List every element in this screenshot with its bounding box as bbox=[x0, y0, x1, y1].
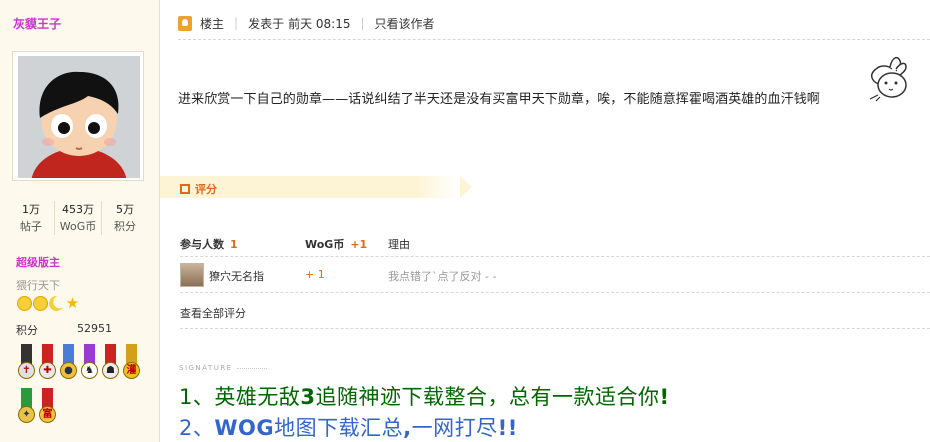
medal-icon[interactable]: 富 bbox=[38, 388, 57, 430]
rating-points: + 1 bbox=[305, 268, 325, 281]
divider bbox=[180, 292, 930, 293]
stat-posts[interactable]: 1万 帖子 bbox=[8, 201, 55, 235]
stat-label: WoG币 bbox=[59, 220, 97, 233]
participants-header: 参与人数 1 bbox=[180, 236, 238, 252]
medal-icon[interactable]: ✦ bbox=[17, 388, 36, 430]
stat-value: 5万 bbox=[116, 203, 134, 216]
user-title: 猥行天下 bbox=[16, 279, 60, 292]
stat-wog-coins[interactable]: 453万 WoG币 bbox=[55, 201, 102, 235]
medal-icon[interactable]: ☗ bbox=[101, 344, 120, 386]
participants-label: 参与人数 bbox=[180, 238, 224, 251]
rabbit-emoticon-icon bbox=[862, 55, 912, 106]
medal-icon[interactable]: ♞ bbox=[80, 344, 99, 386]
stat-label: 积分 bbox=[114, 220, 136, 233]
medal-icon[interactable]: ✚ bbox=[38, 344, 57, 386]
table-row: 獠穴无名指 + 1 我点错了`点了反对 - - bbox=[180, 258, 930, 292]
avatar[interactable] bbox=[12, 51, 144, 181]
participants-count: 1 bbox=[230, 238, 238, 251]
stat-points[interactable]: 5万 积分 bbox=[102, 201, 148, 235]
sig1-part: 追随神迹下载整合，总有一款适合你 bbox=[315, 385, 660, 409]
medal-icon[interactable]: ● bbox=[59, 344, 78, 386]
rating-box-icon bbox=[180, 184, 190, 194]
author-name-link[interactable]: 灰貘王子 bbox=[13, 15, 61, 32]
header-tail bbox=[460, 176, 472, 198]
score-value: 52951 bbox=[77, 322, 112, 335]
author-sidebar: 灰貘王子 1万 帖子 453万 WoG币 5万 积分 超级版主 猥行天下 ★ 积… bbox=[0, 0, 160, 442]
author-stats: 1万 帖子 453万 WoG币 5万 积分 bbox=[8, 201, 148, 235]
rating-section-header: 评分 bbox=[160, 176, 472, 198]
thread-owner-icon bbox=[178, 15, 192, 31]
medal-icon[interactable]: 灌 bbox=[122, 344, 141, 386]
rating-table: 参与人数 1 WoG币 +1 理由 獠穴无名指 + 1 我点错了`点了反对 - - bbox=[180, 230, 930, 293]
currency-header: WoG币 +1 bbox=[305, 236, 367, 252]
divider: | bbox=[234, 16, 239, 30]
sun-icon bbox=[17, 296, 32, 311]
signature-label: SIGNATURE bbox=[179, 364, 267, 372]
view-all-ratings-link[interactable]: 查看全部评分 bbox=[180, 305, 246, 321]
sig2-part: WOG bbox=[214, 416, 275, 440]
divider bbox=[178, 39, 930, 40]
score-label: 积分 bbox=[16, 324, 38, 337]
stat-label: 帖子 bbox=[20, 220, 42, 233]
sig2-part: 一网打尽 bbox=[411, 416, 498, 440]
stat-value: 453万 bbox=[62, 203, 94, 216]
post-content: 进来欣赏一下自己的勋章——话说纠结了半天还是没有买富甲天下勋章，唉，不能随意挥霍… bbox=[178, 92, 820, 107]
moon-icon bbox=[49, 296, 64, 311]
sig1-part: 1、英雄无敌 bbox=[179, 385, 301, 409]
sun-icon bbox=[33, 296, 48, 311]
sig2-part: !! bbox=[497, 416, 518, 440]
rater-avatar[interactable] bbox=[180, 263, 204, 287]
sig2-part: 2、 bbox=[179, 416, 215, 440]
signature-link-2[interactable]: 2、WOG地图下载汇总,一网打尽!! bbox=[179, 412, 518, 442]
only-author-link[interactable]: 只看该作者 bbox=[375, 15, 435, 32]
divider bbox=[180, 256, 930, 257]
sig2-part: , bbox=[403, 416, 412, 440]
currency-total: +1 bbox=[350, 238, 368, 251]
user-rank-link[interactable]: 超级版主 bbox=[16, 254, 60, 270]
divider bbox=[180, 328, 930, 329]
rating-title: 评分 bbox=[180, 181, 217, 197]
post-main: 楼主 | 发表于 前天 08:15 | 只看该作者 进来欣赏一下自己的勋章——话… bbox=[160, 0, 930, 442]
medal-icon[interactable]: ✝ bbox=[17, 344, 36, 386]
level-icons: ★ bbox=[17, 296, 80, 311]
posted-prefix: 发表于 bbox=[248, 16, 285, 31]
signature-link-1[interactable]: 1、英雄无敌3追随神迹下载整合，总有一款适合你! bbox=[179, 381, 670, 411]
medal-list: ✝ ✚ ● ♞ ☗ 灌 ✦ 富 bbox=[17, 344, 152, 430]
star-icon: ★ bbox=[65, 294, 80, 312]
posted-time: 前天 08:15 bbox=[288, 16, 351, 31]
sig2-part: 地图下载汇总 bbox=[274, 416, 404, 440]
rating-reason: 我点错了`点了反对 - - bbox=[388, 270, 497, 283]
stat-value: 1万 bbox=[22, 203, 40, 216]
sig1-part: ! bbox=[659, 385, 670, 409]
thread-owner-tag: 楼主 bbox=[200, 16, 225, 31]
rating-title-text: 评分 bbox=[195, 183, 217, 196]
sig1-part: 3 bbox=[300, 385, 316, 409]
divider: | bbox=[360, 16, 365, 30]
reason-header: 理由 bbox=[388, 238, 410, 251]
rating-table-header: 参与人数 1 WoG币 +1 理由 bbox=[180, 230, 930, 258]
post-header: 楼主 | 发表于 前天 08:15 | 只看该作者 bbox=[178, 12, 435, 34]
rater-name-link[interactable]: 獠穴无名指 bbox=[209, 268, 264, 284]
currency-label: WoG币 bbox=[305, 238, 345, 251]
